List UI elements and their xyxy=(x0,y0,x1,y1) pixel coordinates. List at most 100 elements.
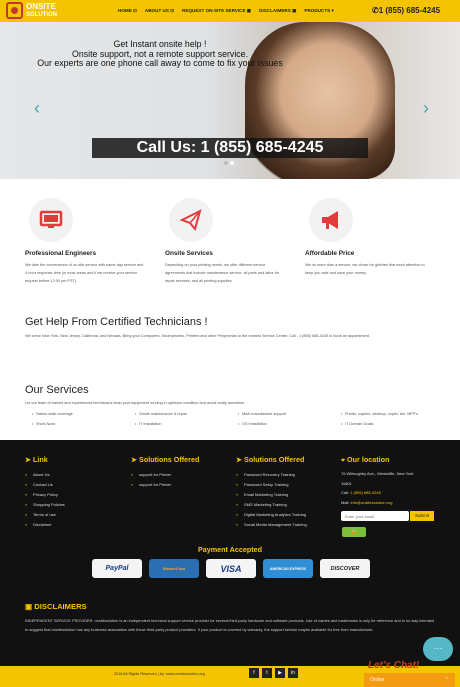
solution-link[interactable]: support for Printer xyxy=(131,480,199,490)
nav-request-service[interactable]: REQUEST ON-SITE SERVICE ▣ xyxy=(182,8,251,14)
solutions-title: Solutions Offered xyxy=(139,455,200,464)
help-text: We serve New York, New Jersey, Californi… xyxy=(25,334,370,338)
help-title: Get Help From Certified Technicians ! xyxy=(25,316,208,328)
solution-link[interactable]: Email Marketing Training xyxy=(236,490,307,500)
services-title: Our Services xyxy=(25,384,89,396)
twitter-icon[interactable]: t xyxy=(262,668,272,678)
solutions-title: Solutions Offered xyxy=(244,455,305,464)
disclaimer-title: ▣ DISCLAIMERS xyxy=(25,602,87,611)
feature-text: We do more than a service, we chose for … xyxy=(305,263,425,275)
solution-link[interactable]: support for Printer xyxy=(131,470,199,480)
footer-solutions-column-2: ➤ Solutions Offered Password Recovery Tr… xyxy=(236,455,307,530)
slider-dot-active[interactable] xyxy=(230,161,234,165)
chevron-up-icon[interactable]: ⌃ xyxy=(445,677,449,683)
payment-title: Payment Accepted xyxy=(197,545,263,554)
visa-card-icon: VISA xyxy=(206,559,256,578)
solution-link[interactable]: Password Recovery Training xyxy=(236,470,307,480)
list-item: Multi-manufacture support xyxy=(238,412,341,416)
send-icon: ➤ xyxy=(131,455,140,464)
list-item: OS Installation xyxy=(238,422,341,426)
solution-link[interactable]: SMS Marketing Training xyxy=(236,500,307,510)
top-header: ONSITE SOLUTION HOME ⊡ ABOUT US ⊡ REQUES… xyxy=(0,0,460,22)
newsletter-submit-button[interactable]: Submit xyxy=(410,511,434,521)
send-icon: ➤ xyxy=(236,455,245,464)
footer-link-disclaimer[interactable]: Disclaimer xyxy=(25,520,65,530)
mail-label: Mail: xyxy=(341,499,350,505)
footer-solutions-column-1: ➤ Solutions Offered support for Printer … xyxy=(131,455,199,490)
call-link[interactable]: 1 (855) 685-4245 xyxy=(350,490,381,495)
footer-link-shopping[interactable]: Shopping Policies xyxy=(25,500,65,510)
linkedin-icon[interactable]: in xyxy=(288,668,298,678)
services-list: Nation-wide coverage Onsite maintenance … xyxy=(32,412,442,426)
nav-products[interactable]: PRODUCTS ▾ xyxy=(304,8,333,14)
chat-invite-text[interactable]: Let's Chat! xyxy=(368,660,419,671)
logo-text: ONSITE SOLUTION xyxy=(26,1,57,19)
footer-links-title: Link xyxy=(33,455,48,464)
slider-dots xyxy=(224,161,236,165)
feature-title: Onsite Services xyxy=(165,250,213,257)
monitor-icon xyxy=(29,198,73,242)
paypal-card-icon: PayPal xyxy=(92,559,142,578)
logo-line2: SOLUTION xyxy=(26,11,57,18)
slider-next-icon[interactable]: › xyxy=(423,98,429,119)
services-text: Let our team of trained and experienced … xyxy=(25,401,246,405)
solution-link[interactable]: Digital Marketing Analytics Training xyxy=(236,510,307,520)
feature-title: Professional Engineers xyxy=(25,250,97,257)
feature-professional-engineers: Professional Engineers We take the conve… xyxy=(25,198,145,285)
footer-location-column: ⌖ Our location 76 Willoughby Ave., Westc… xyxy=(341,455,413,507)
list-item: IT Installation xyxy=(135,422,238,426)
logo-line1: ONSITE xyxy=(26,1,56,11)
warning-icon: ▣ xyxy=(25,602,35,611)
solution-link[interactable]: Password Setup Training xyxy=(236,480,307,490)
location-title: Our location xyxy=(347,455,390,464)
send-icon: ➤ xyxy=(25,455,34,464)
footer-link-contact[interactable]: Contact Us xyxy=(25,480,65,490)
feature-text: Depending on your printing needs, we off… xyxy=(165,263,280,283)
nav-home[interactable]: HOME ⊡ xyxy=(118,8,137,14)
payment-cards: PayPal MasterCard VISA AMERICAN EXPRESS … xyxy=(92,559,377,578)
disclaimer-text: INDEPENDENT SERVICE PROVIDER: onsitesolu… xyxy=(25,618,435,632)
list-item: Printer, copiers, desktop, copier, fax, … xyxy=(341,412,444,416)
address-line1: 76 Willoughby Ave., Westcliffe, New York xyxy=(341,471,414,476)
feature-affordable-price: Affordable Price We do more than a servi… xyxy=(305,198,425,277)
paper-plane-icon xyxy=(169,198,213,242)
slider-dot[interactable] xyxy=(224,161,228,165)
hero-call-banner[interactable]: Call Us: 1 (855) 685-4245 xyxy=(92,138,368,158)
site-logo[interactable]: ONSITE SOLUTION xyxy=(6,2,57,19)
feature-title: Affordable Price xyxy=(305,250,355,257)
address-line2: 11801 xyxy=(341,480,352,486)
copyright-text: 2018 All Rights Reserved | by: www.onsit… xyxy=(114,672,205,676)
hero-slider: Get Instant onsite help ! Onsite support… xyxy=(0,22,460,179)
discover-card-icon: DISCOVER xyxy=(320,559,370,578)
logo-icon xyxy=(6,2,23,19)
list-item: IT Domain Goals xyxy=(341,422,444,426)
facebook-icon[interactable]: f xyxy=(249,668,259,678)
mail-link[interactable]: info@onsitesolution.org xyxy=(351,500,393,505)
list-item: Short-Noon xyxy=(32,422,135,426)
slider-prev-icon[interactable]: ‹ xyxy=(34,98,40,119)
call-label: Call: xyxy=(341,490,350,495)
hero-line3: Our experts are one phone call away to c… xyxy=(37,58,283,69)
chat-status-label: Online xyxy=(370,677,385,683)
nav-disclaimers[interactable]: DISCLAIMERS ▣ xyxy=(259,8,296,14)
footer-link-terms[interactable]: Terms of use xyxy=(25,510,65,520)
feature-onsite-services: Onsite Services Depending on your printi… xyxy=(165,198,285,285)
newsletter-email-field[interactable] xyxy=(341,511,409,521)
header-phone[interactable]: ✆1 (855) 685-4245 xyxy=(372,6,440,15)
list-item: Nation-wide coverage xyxy=(32,412,135,416)
mastercard-card-icon: MasterCard xyxy=(149,559,199,578)
main-nav: HOME ⊡ ABOUT US ⊡ REQUEST ON-SITE SERVIC… xyxy=(118,0,342,22)
secure-lock-icon: 🔒 xyxy=(342,527,366,537)
chat-status-bar[interactable]: Online ⌃ xyxy=(364,673,455,687)
amex-card-icon: AMERICAN EXPRESS xyxy=(263,559,313,578)
solution-link[interactable]: Social Media Management Training xyxy=(236,520,307,530)
footer-links-column: ➤ Link About Us Contact Us Privacy Polic… xyxy=(25,455,65,530)
youtube-icon[interactable]: ▶ xyxy=(275,668,285,678)
chat-bubble-icon[interactable]: ··· xyxy=(423,637,453,661)
hero-text: Get Instant onsite help ! Onsite support… xyxy=(0,39,320,69)
footer-link-privacy[interactable]: Privacy Policy xyxy=(25,490,65,500)
footer-link-about[interactable]: About Us xyxy=(25,470,65,480)
social-links: f t ▶ in xyxy=(249,668,301,678)
list-item: Onsite maintenance & repair xyxy=(135,412,238,416)
nav-about[interactable]: ABOUT US ⊡ xyxy=(145,8,174,14)
